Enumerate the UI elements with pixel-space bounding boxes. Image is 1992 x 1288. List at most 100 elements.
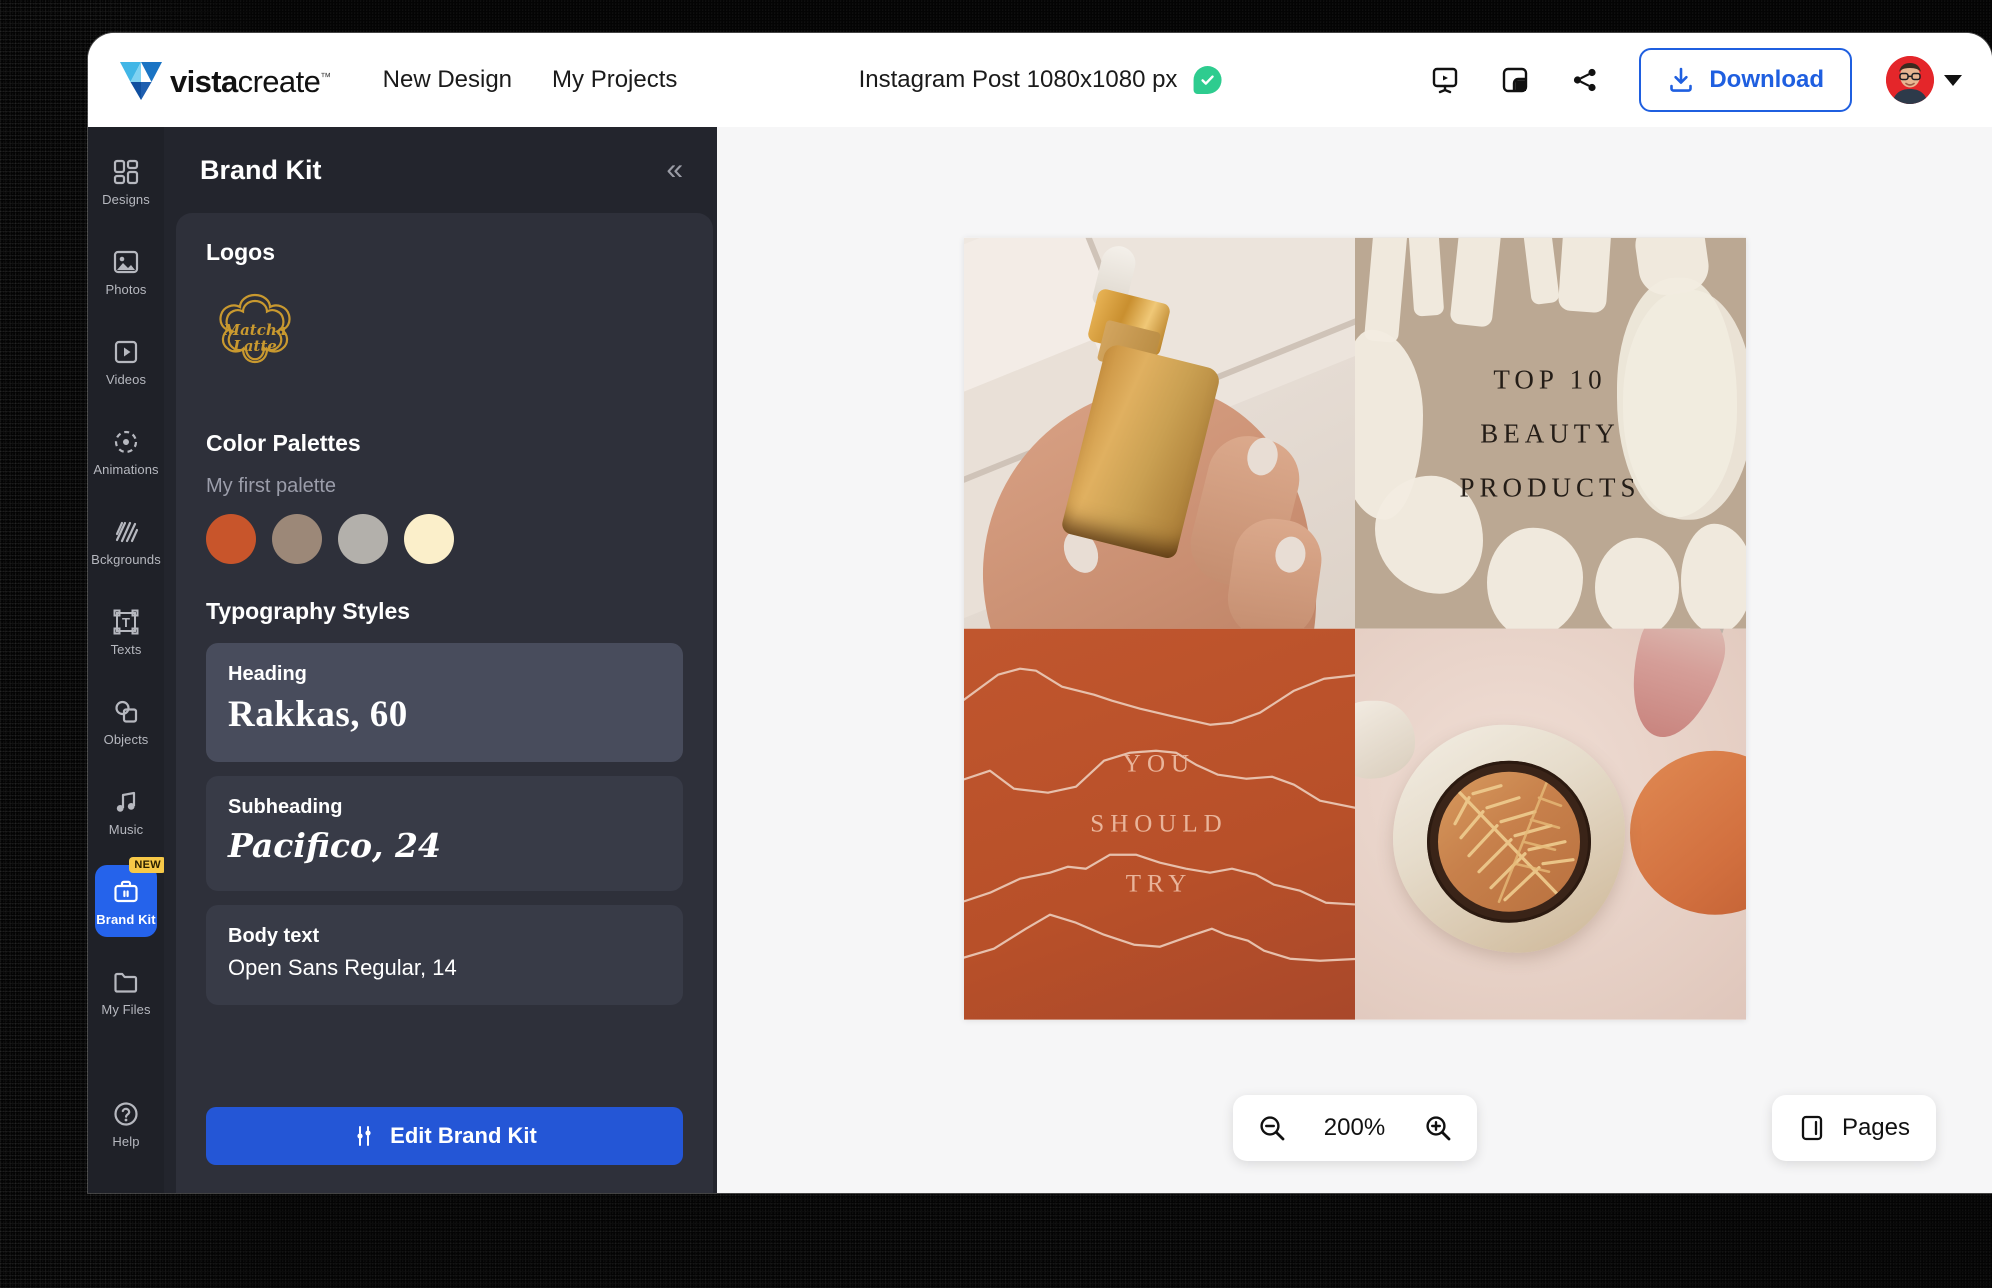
zoom-in-icon [1425, 1116, 1450, 1141]
edit-brand-kit-label: Edit Brand Kit [390, 1123, 537, 1148]
canvas-quadrant-makeup-flatlay-photo[interactable] [1354, 628, 1746, 1020]
palette-swatches [206, 514, 683, 564]
brush-stroke [1486, 527, 1583, 629]
canvas-text-you-should-try[interactable]: YOU SHOULD TRY [964, 734, 1355, 914]
video-icon [112, 337, 140, 367]
canvas-text-line-2: SHOULD [1090, 810, 1228, 838]
typography-sample-heading: Rakkas, 60 [228, 694, 408, 735]
pages-panel-icon [1801, 1115, 1823, 1141]
zoom-in-button[interactable] [1423, 1113, 1453, 1143]
grid-icon [112, 157, 140, 187]
canvas-quadrant-top-10-beauty-products-card[interactable]: TOP 10 BEAUTY PRODUCTS [1354, 237, 1746, 629]
nav-new-design[interactable]: New Design [383, 66, 512, 94]
avatar-portrait-icon [1886, 56, 1934, 104]
vistacreate-logo[interactable]: vistacreate™ [120, 60, 331, 100]
zoom-level-value[interactable]: 200% [1311, 1114, 1399, 1142]
palette-swatch-1[interactable] [206, 514, 256, 564]
account-menu[interactable] [1886, 56, 1962, 104]
sidebar-item-videos[interactable]: Videos [95, 325, 157, 397]
svg-text:T: T [122, 615, 130, 630]
panel-body: Logos Matcha Latte Color Palettes My fir… [176, 213, 713, 1193]
palette-name: My first palette [206, 475, 337, 497]
sidebar-label-music: Music [108, 822, 144, 837]
brush-stroke [1680, 523, 1746, 629]
sidebar-label-brand-kit: Brand Kit [96, 912, 156, 927]
nav-my-projects[interactable]: My Projects [552, 66, 677, 94]
question-circle-icon [112, 1099, 140, 1129]
new-badge: NEW [129, 857, 166, 873]
pearl-object-shape [1354, 700, 1415, 779]
sidebar-item-music[interactable]: Music [95, 775, 157, 847]
sidebar-item-objects[interactable]: Objects [95, 685, 157, 757]
sidebar-item-my-files[interactable]: My Files [95, 955, 157, 1027]
share-icon [1574, 68, 1596, 92]
compact-rim-shape [1426, 760, 1591, 923]
resize-button[interactable] [1493, 58, 1537, 102]
typography-sample-subheading: Pacifico, 24 [228, 826, 441, 866]
share-button[interactable] [1563, 58, 1607, 102]
sidebar-item-texts[interactable]: T Texts [95, 595, 157, 667]
logo-thumbnail-matcha-latte[interactable]: Matcha Latte [206, 288, 304, 393]
edit-brand-kit-button[interactable]: Edit Brand Kit [206, 1107, 683, 1165]
brush-stroke [1594, 537, 1679, 629]
wordmark-create: create [237, 63, 321, 99]
typography-heading: Typography Styles [206, 598, 411, 624]
sidebar-item-help[interactable]: Help [95, 1087, 157, 1159]
shapes-icon [112, 697, 140, 727]
palette-swatch-2[interactable] [272, 514, 322, 564]
palette-swatch-4[interactable] [404, 514, 454, 564]
canvas-quadrant-you-should-try-card[interactable]: YOU SHOULD TRY [963, 628, 1355, 1020]
app-window: vistacreate™ New Design My Projects Inst… [88, 33, 1992, 1193]
folder-icon [112, 967, 140, 997]
download-icon [1670, 67, 1693, 92]
canvas-text-top-10[interactable]: TOP 10 BEAUTY PRODUCTS [1355, 352, 1746, 514]
present-button[interactable] [1423, 58, 1467, 102]
brush-stroke [1407, 237, 1444, 317]
hatch-icon [112, 517, 140, 547]
sidebar-label-objects: Objects [103, 732, 149, 747]
top-bar-actions: Download [1423, 48, 1962, 112]
chevron-down-icon [1944, 74, 1962, 86]
tool-rail: Designs Photos Videos Animations Bckgrou [88, 127, 166, 1193]
color-palettes-heading: Color Palettes [206, 430, 361, 456]
palette-swatch-3[interactable] [338, 514, 388, 564]
typography-card-heading[interactable]: Heading Rakkas, 60 [206, 643, 683, 763]
typography-label-body: Body text [228, 924, 320, 947]
briefcase-icon [112, 877, 140, 907]
brush-stroke [1448, 237, 1503, 328]
sidebar-item-brand-kit[interactable]: NEW Brand Kit [95, 857, 166, 937]
canvas-text-line-1: TOP 10 [1493, 364, 1607, 395]
document-title-group: Instagram Post 1080x1080 px [859, 66, 1222, 94]
wordmark-vista: vista [170, 63, 238, 99]
logo-text-line2: Latte [232, 337, 277, 355]
document-title[interactable]: Instagram Post 1080x1080 px [859, 66, 1178, 94]
sidebar-item-designs[interactable]: Designs [95, 145, 157, 217]
collapse-panel-button[interactable]: « [666, 155, 683, 185]
sidebar-item-bckgrounds[interactable]: Bckgrounds [91, 505, 161, 577]
blush-pan-shape [1629, 750, 1746, 915]
brush-stroke [1363, 237, 1408, 343]
sidebar-label-animations: Animations [93, 462, 159, 477]
typography-card-body[interactable]: Body text Open Sans Regular, 14 [206, 904, 683, 1005]
typography-label-heading: Heading [228, 663, 307, 685]
panel-header: Brand Kit « [164, 127, 717, 213]
sidebar-label-designs: Designs [102, 192, 150, 207]
pages-button[interactable]: Pages [1771, 1095, 1936, 1161]
zoom-out-icon [1259, 1116, 1284, 1141]
matcha-latte-logo-icon: Matcha Latte [219, 293, 291, 363]
typography-label-subheading: Subheading [228, 796, 343, 819]
canvas-text-line-2: BEAUTY [1480, 418, 1620, 449]
design-canvas[interactable]: TOP 10 BEAUTY PRODUCTS YOU SHOULD TRY [963, 237, 1746, 1020]
sidebar-item-photos[interactable]: Photos [95, 235, 157, 307]
canvas-workspace[interactable]: TOP 10 BEAUTY PRODUCTS YOU SHOULD TRY 20… [717, 127, 1992, 1193]
zoom-out-button[interactable] [1257, 1113, 1287, 1143]
typography-card-subheading[interactable]: Subheading Pacifico, 24 [206, 776, 683, 891]
pages-label: Pages [1841, 1114, 1910, 1141]
top-navigation: New Design My Projects [383, 66, 678, 94]
download-button[interactable]: Download [1639, 48, 1852, 112]
sidebar-item-animations[interactable]: Animations [93, 415, 159, 487]
panel-title: Brand Kit [200, 154, 322, 185]
canvas-quadrant-serum-bottle-photo[interactable] [963, 237, 1355, 629]
sidebar-label-my-files: My Files [101, 1002, 151, 1017]
image-icon [112, 247, 140, 277]
